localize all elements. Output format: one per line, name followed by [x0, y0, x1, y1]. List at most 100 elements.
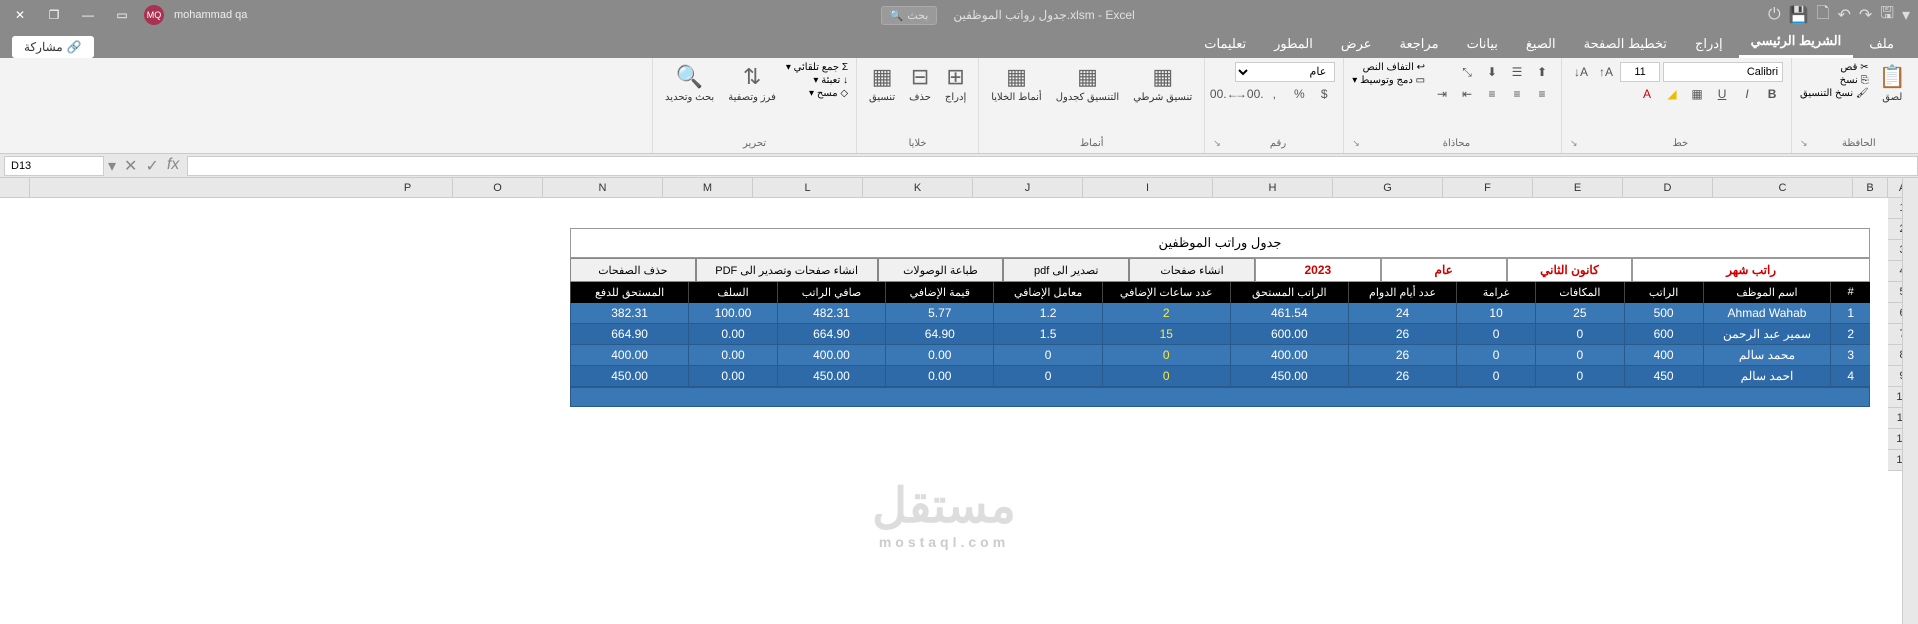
- tab-review[interactable]: مراجعة: [1388, 30, 1451, 58]
- export-pdf-button[interactable]: تصدير الى pdf: [1003, 258, 1129, 282]
- col-header-C[interactable]: C: [1713, 178, 1853, 197]
- save2-icon[interactable]: 🖫: [1880, 2, 1894, 29]
- table-row[interactable]: 4احمد سالم4500026450.00000.00450.000.004…: [570, 366, 1870, 387]
- number-format-select[interactable]: عام: [1235, 62, 1335, 82]
- tab-developer[interactable]: المطور: [1262, 30, 1325, 58]
- delete-pages-button[interactable]: حذف الصفحات: [570, 258, 696, 282]
- new-icon[interactable]: 🗋: [1817, 2, 1830, 29]
- vertical-scrollbar[interactable]: [1902, 178, 1918, 624]
- grow-font-icon[interactable]: A↑: [1595, 62, 1617, 82]
- autosum-button[interactable]: Σ جمع تلقائي ▾: [786, 62, 848, 73]
- merge-button[interactable]: ▭ دمج وتوسيط ▾: [1352, 75, 1425, 86]
- col-header-G[interactable]: G: [1333, 178, 1443, 197]
- format-as-table-button[interactable]: ▦التنسيق كجدول: [1052, 62, 1123, 106]
- font-launcher-icon[interactable]: ↘: [1570, 138, 1578, 149]
- col-header-L[interactable]: L: [753, 178, 863, 197]
- share-button[interactable]: 🔗 مشاركة: [12, 36, 94, 58]
- shrink-font-icon[interactable]: A↓: [1570, 62, 1592, 82]
- currency-icon[interactable]: $: [1313, 84, 1335, 104]
- indent-dec-icon[interactable]: ⇤: [1456, 84, 1478, 104]
- paste-button[interactable]: 📋 لصق: [1875, 62, 1910, 106]
- tab-help[interactable]: تعليمات: [1192, 30, 1258, 58]
- col-header-E[interactable]: E: [1533, 178, 1623, 197]
- select-all-corner[interactable]: [0, 178, 30, 197]
- indent-inc-icon[interactable]: ⇥: [1431, 84, 1453, 104]
- tab-data[interactable]: بيانات: [1455, 30, 1510, 58]
- name-box-dropdown-icon[interactable]: ▾: [108, 156, 116, 176]
- table-row[interactable]: 2سمير عبد الرحمن6000026600.00151.564.906…: [570, 324, 1870, 345]
- insert-cells-button[interactable]: ⊞إدراج: [941, 62, 970, 106]
- col-header-H[interactable]: H: [1213, 178, 1333, 197]
- user-avatar[interactable]: MQ: [144, 5, 164, 25]
- cell-styles-button[interactable]: ▦أنماط الخلايا: [987, 62, 1046, 106]
- table-row[interactable]: 3محمد سالم4000026400.00000.00400.000.004…: [570, 345, 1870, 366]
- ribbon-options-icon[interactable]: ▭: [110, 3, 134, 27]
- col-header-J[interactable]: J: [973, 178, 1083, 197]
- table-row[interactable]: 1Ahmad Wahab500251024461.5421.25.77482.3…: [570, 303, 1870, 324]
- format-painter-button[interactable]: 🖌 نسخ التنسيق: [1800, 88, 1869, 99]
- align-bottom-icon[interactable]: ⬇: [1481, 62, 1503, 82]
- orientation-icon[interactable]: ⤡: [1456, 62, 1478, 82]
- tab-insert[interactable]: إدراج: [1683, 30, 1735, 58]
- qat-more-icon[interactable]: ▾: [1902, 5, 1910, 25]
- autosave-icon[interactable]: ⏻: [1768, 6, 1781, 24]
- col-header-D[interactable]: D: [1623, 178, 1713, 197]
- wrap-text-button[interactable]: ↩ التفاف النص: [1352, 62, 1425, 73]
- delete-cells-button[interactable]: ⊟حذف: [905, 62, 935, 106]
- align-center-icon[interactable]: ≡: [1506, 84, 1528, 104]
- fill-button[interactable]: ↓ تعبئة ▾: [786, 75, 848, 86]
- col-header-N[interactable]: N: [543, 178, 663, 197]
- underline-icon[interactable]: U: [1711, 84, 1733, 104]
- close-icon[interactable]: ✕: [8, 3, 32, 27]
- tab-home[interactable]: الشريط الرئيسي: [1739, 27, 1854, 58]
- formula-input[interactable]: [187, 156, 1918, 176]
- align-left-icon[interactable]: ≡: [1481, 84, 1503, 104]
- cut-button[interactable]: ✂ قص: [1800, 62, 1869, 73]
- align-right-icon[interactable]: ≡: [1531, 84, 1553, 104]
- enter-formula-icon[interactable]: ✓: [145, 156, 158, 176]
- undo-icon[interactable]: ↶: [1838, 5, 1851, 25]
- col-header-I[interactable]: I: [1083, 178, 1213, 197]
- align-top-icon[interactable]: ⬆: [1531, 62, 1553, 82]
- tab-page-layout[interactable]: تخطيط الصفحة: [1572, 30, 1679, 58]
- format-cells-button[interactable]: ▦تنسيق: [865, 62, 899, 106]
- search-input[interactable]: 🔍 بحث: [881, 6, 938, 25]
- align-middle-icon[interactable]: ☰: [1506, 62, 1528, 82]
- col-header-M[interactable]: M: [663, 178, 753, 197]
- create-export-button[interactable]: انشاء صفحات وتصدير الى PDF: [696, 258, 878, 282]
- sort-filter-button[interactable]: ⇅فرز وتصفية: [724, 62, 780, 106]
- clear-button[interactable]: ◇ مسح ▾: [786, 88, 848, 99]
- font-color-icon[interactable]: A: [1636, 84, 1658, 104]
- decrease-decimal-icon[interactable]: ←.00: [1213, 84, 1235, 104]
- name-box[interactable]: [4, 156, 104, 176]
- minimize-icon[interactable]: —: [76, 3, 100, 27]
- save-icon[interactable]: 💾: [1789, 5, 1809, 25]
- redo-icon[interactable]: ↷: [1859, 5, 1872, 25]
- col-header-B[interactable]: B: [1853, 178, 1888, 197]
- find-select-button[interactable]: 🔍بحث وتحديد: [661, 62, 718, 106]
- italic-icon[interactable]: I: [1736, 84, 1758, 104]
- font-size-input[interactable]: [1620, 62, 1660, 82]
- percent-icon[interactable]: %: [1288, 84, 1310, 104]
- font-name-input[interactable]: [1663, 62, 1783, 82]
- cells-grid[interactable]: جدول وراتب الموظفين راتب شهر كانون الثان…: [0, 198, 1888, 471]
- tab-file[interactable]: ملف: [1857, 30, 1906, 58]
- fill-color-icon[interactable]: ◢: [1661, 84, 1683, 104]
- number-launcher-icon[interactable]: ↘: [1213, 138, 1221, 149]
- bold-icon[interactable]: B: [1761, 84, 1783, 104]
- copy-button[interactable]: ⎘ نسخ: [1800, 75, 1869, 86]
- col-header-F[interactable]: F: [1443, 178, 1533, 197]
- increase-decimal-icon[interactable]: .00→: [1238, 84, 1260, 104]
- border-icon[interactable]: ▦: [1686, 84, 1708, 104]
- col-header-P[interactable]: P: [363, 178, 453, 197]
- restore-icon[interactable]: ❐: [42, 3, 66, 27]
- tab-view[interactable]: عرض: [1329, 30, 1384, 58]
- fx-icon[interactable]: fx: [167, 156, 179, 176]
- create-pages-button[interactable]: انشاء صفحات: [1129, 258, 1255, 282]
- comma-icon[interactable]: ,: [1263, 84, 1285, 104]
- tab-formulas[interactable]: الصيغ: [1514, 30, 1568, 58]
- cancel-formula-icon[interactable]: ✕: [124, 156, 137, 176]
- alignment-launcher-icon[interactable]: ↘: [1352, 138, 1360, 149]
- col-header-K[interactable]: K: [863, 178, 973, 197]
- print-receipts-button[interactable]: طباعة الوصولات: [878, 258, 1004, 282]
